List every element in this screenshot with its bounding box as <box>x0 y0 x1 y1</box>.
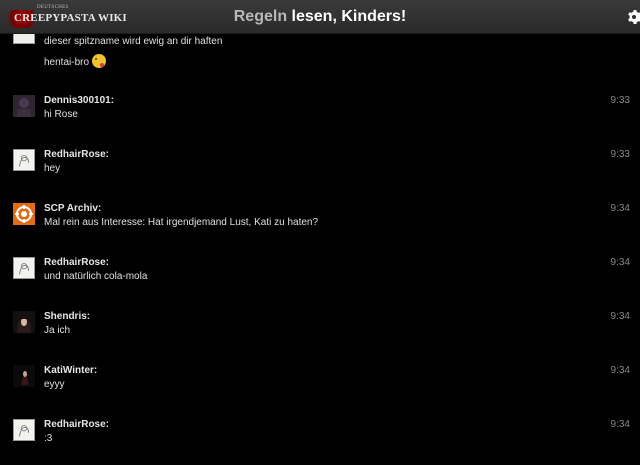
message-timestamp: 9:33 <box>610 149 630 160</box>
avatar[interactable] <box>13 34 35 44</box>
message-text: hi Rose <box>44 109 78 120</box>
message-timestamp: 9:34 <box>610 203 630 214</box>
message-text: :3 <box>44 433 53 444</box>
message-author[interactable]: Dennis300101: <box>44 95 114 106</box>
message-text: Mal rein aus Interesse: Hat irgendjemand… <box>44 217 319 228</box>
avatar[interactable] <box>13 149 35 171</box>
avatar[interactable] <box>13 419 35 441</box>
message-text: und natürlich cola-mola <box>44 271 148 282</box>
message-author[interactable]: KatiWinter: <box>44 365 97 376</box>
message-author[interactable]: RedhairRose: <box>44 257 109 268</box>
message-text: hey <box>44 163 61 174</box>
message-author[interactable]: SCP Archiv: <box>44 203 101 214</box>
title-rules-link[interactable]: Regeln <box>234 8 287 25</box>
avatar[interactable] <box>13 257 35 279</box>
message-timestamp: 9:34 <box>610 365 630 376</box>
message-timestamp: 9:34 <box>610 257 630 268</box>
message-timestamp: 9:34 <box>610 419 630 430</box>
message-text: dieser spitzname wird ewig an dir haften <box>44 36 223 47</box>
message-text-line: hentai-bro <box>44 54 107 68</box>
gear-icon[interactable] <box>626 9 640 25</box>
chat-messages[interactable]: dieser spitzname wird ewig an dir haften… <box>0 34 640 465</box>
message-author[interactable]: Shendris: <box>44 311 90 322</box>
avatar[interactable] <box>13 95 35 117</box>
avatar[interactable] <box>13 365 35 387</box>
title-text: lesen, Kinders! <box>287 8 407 25</box>
message-author[interactable]: RedhairRose: <box>44 149 109 160</box>
avatar[interactable] <box>13 311 35 333</box>
message-timestamp: 9:34 <box>610 311 630 322</box>
message-text: Ja ich <box>44 325 71 336</box>
message-text: hentai-bro <box>44 57 90 68</box>
message-timestamp: 9:33 <box>610 95 630 106</box>
chat-header: DEUTSCHES CREEPYPASTA WIKI Regeln lesen,… <box>0 0 640 34</box>
page-title: Regeln lesen, Kinders! <box>0 8 640 26</box>
avatar[interactable] <box>13 203 35 225</box>
message-author[interactable]: RedhairRose: <box>44 419 109 430</box>
message-text: eyyy <box>44 379 65 390</box>
tongue-out-emoji-icon <box>92 54 107 68</box>
